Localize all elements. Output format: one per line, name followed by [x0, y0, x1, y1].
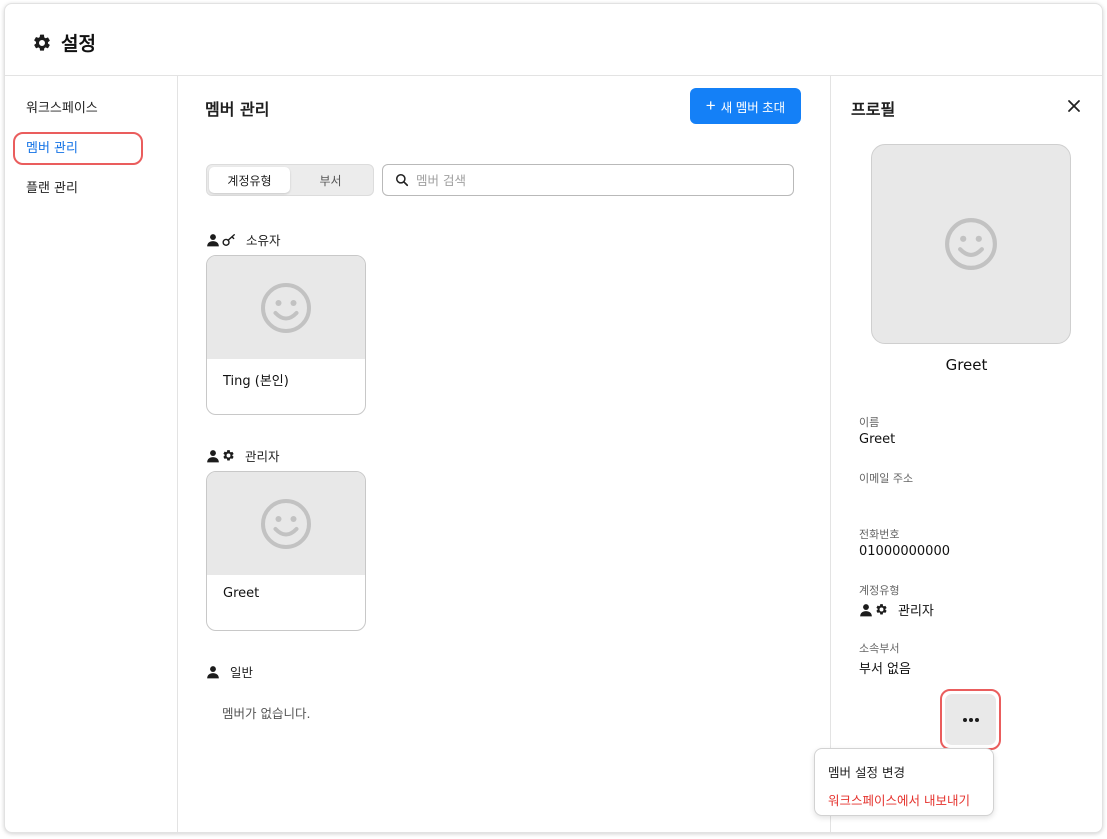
member-card[interactable]: Greet	[206, 471, 366, 631]
gear-icon	[223, 450, 234, 461]
settings-window: 설정 워크스페이스 멤버 관리 플랜 관리 멤버 관리 + 새 멤버 초대 계정…	[4, 3, 1103, 833]
sidebar-item-workspace[interactable]: 워크스페이스	[13, 92, 143, 125]
page-title: 설정	[61, 33, 96, 55]
section-title: 멤버 관리	[205, 100, 270, 119]
field-label-name: 이름	[859, 416, 880, 429]
field-value-account-type: 관리자	[859, 600, 934, 619]
person-icon	[207, 665, 219, 678]
smiley-icon	[945, 218, 997, 270]
invite-member-label: 새 멤버 초대	[720, 100, 786, 115]
menu-item-change-member-settings[interactable]: 멤버 설정 변경	[828, 762, 905, 781]
smiley-icon	[261, 498, 311, 549]
field-value-name: Greet	[859, 432, 896, 447]
plus-icon: +	[705, 95, 716, 115]
field-value-phone: 01000000000	[859, 544, 950, 559]
search-box	[382, 164, 794, 196]
segment-department[interactable]: 부서	[290, 167, 371, 193]
more-options-icon	[962, 717, 979, 722]
group-title: 관리자	[245, 449, 280, 464]
member-name: Greet	[223, 586, 260, 601]
person-icon	[860, 603, 872, 616]
profile-avatar	[871, 144, 1071, 344]
segment-account-type[interactable]: 계정유형	[209, 167, 290, 193]
more-options-menu: 멤버 설정 변경 워크스페이스에서 내보내기	[814, 748, 994, 816]
member-name: Ting (본인)	[223, 374, 289, 389]
member-search-input[interactable]	[416, 170, 776, 190]
header: 설정	[5, 4, 1102, 76]
field-label-email: 이메일 주소	[859, 472, 914, 485]
field-label-account-type: 계정유형	[859, 584, 900, 597]
group-title: 일반	[230, 665, 254, 680]
group-title: 소유자	[246, 233, 281, 248]
field-value-department: 부서 없음	[859, 662, 911, 677]
field-label-department: 소속부서	[859, 642, 900, 655]
sidebar-item-plan-management[interactable]: 플랜 관리	[13, 172, 143, 205]
group-by-toggle: 계정유형 부서	[206, 164, 374, 196]
gear-icon	[876, 604, 887, 615]
key-icon	[222, 233, 235, 246]
more-button-highlight	[940, 689, 1001, 750]
account-type-text: 관리자	[898, 604, 934, 619]
menu-item-remove-from-workspace[interactable]: 워크스페이스에서 내보내기	[828, 790, 970, 809]
panel-title: 프로필	[851, 100, 896, 119]
field-label-phone: 전화번호	[859, 528, 900, 541]
search-icon	[395, 173, 409, 187]
member-card[interactable]: Ting (본인)	[206, 255, 366, 415]
sidebar: 워크스페이스 멤버 관리 플랜 관리	[5, 76, 178, 832]
empty-state-text: 멤버가 없습니다.	[222, 706, 311, 721]
close-icon[interactable]	[1066, 98, 1082, 114]
profile-name: Greet	[945, 356, 988, 374]
group-label-owner: 소유자	[206, 230, 281, 249]
person-icon	[207, 449, 219, 462]
main-content: 멤버 관리 + 새 멤버 초대 계정유형 부서 소유자 Ting (본	[178, 76, 830, 832]
group-label-admin: 관리자	[206, 446, 280, 465]
profile-panel: 프로필 Greet 이름 Greet 이메일 주소 전화번호 010000000…	[830, 76, 1102, 832]
sidebar-item-member-management[interactable]: 멤버 관리	[13, 132, 143, 165]
avatar	[207, 256, 365, 359]
avatar	[207, 472, 365, 575]
group-label-general: 일반	[206, 662, 253, 681]
gear-icon	[34, 34, 50, 51]
more-options-button[interactable]	[945, 694, 996, 745]
person-icon	[207, 233, 219, 246]
invite-member-button[interactable]: + 새 멤버 초대	[690, 88, 801, 124]
smiley-icon	[261, 282, 311, 333]
